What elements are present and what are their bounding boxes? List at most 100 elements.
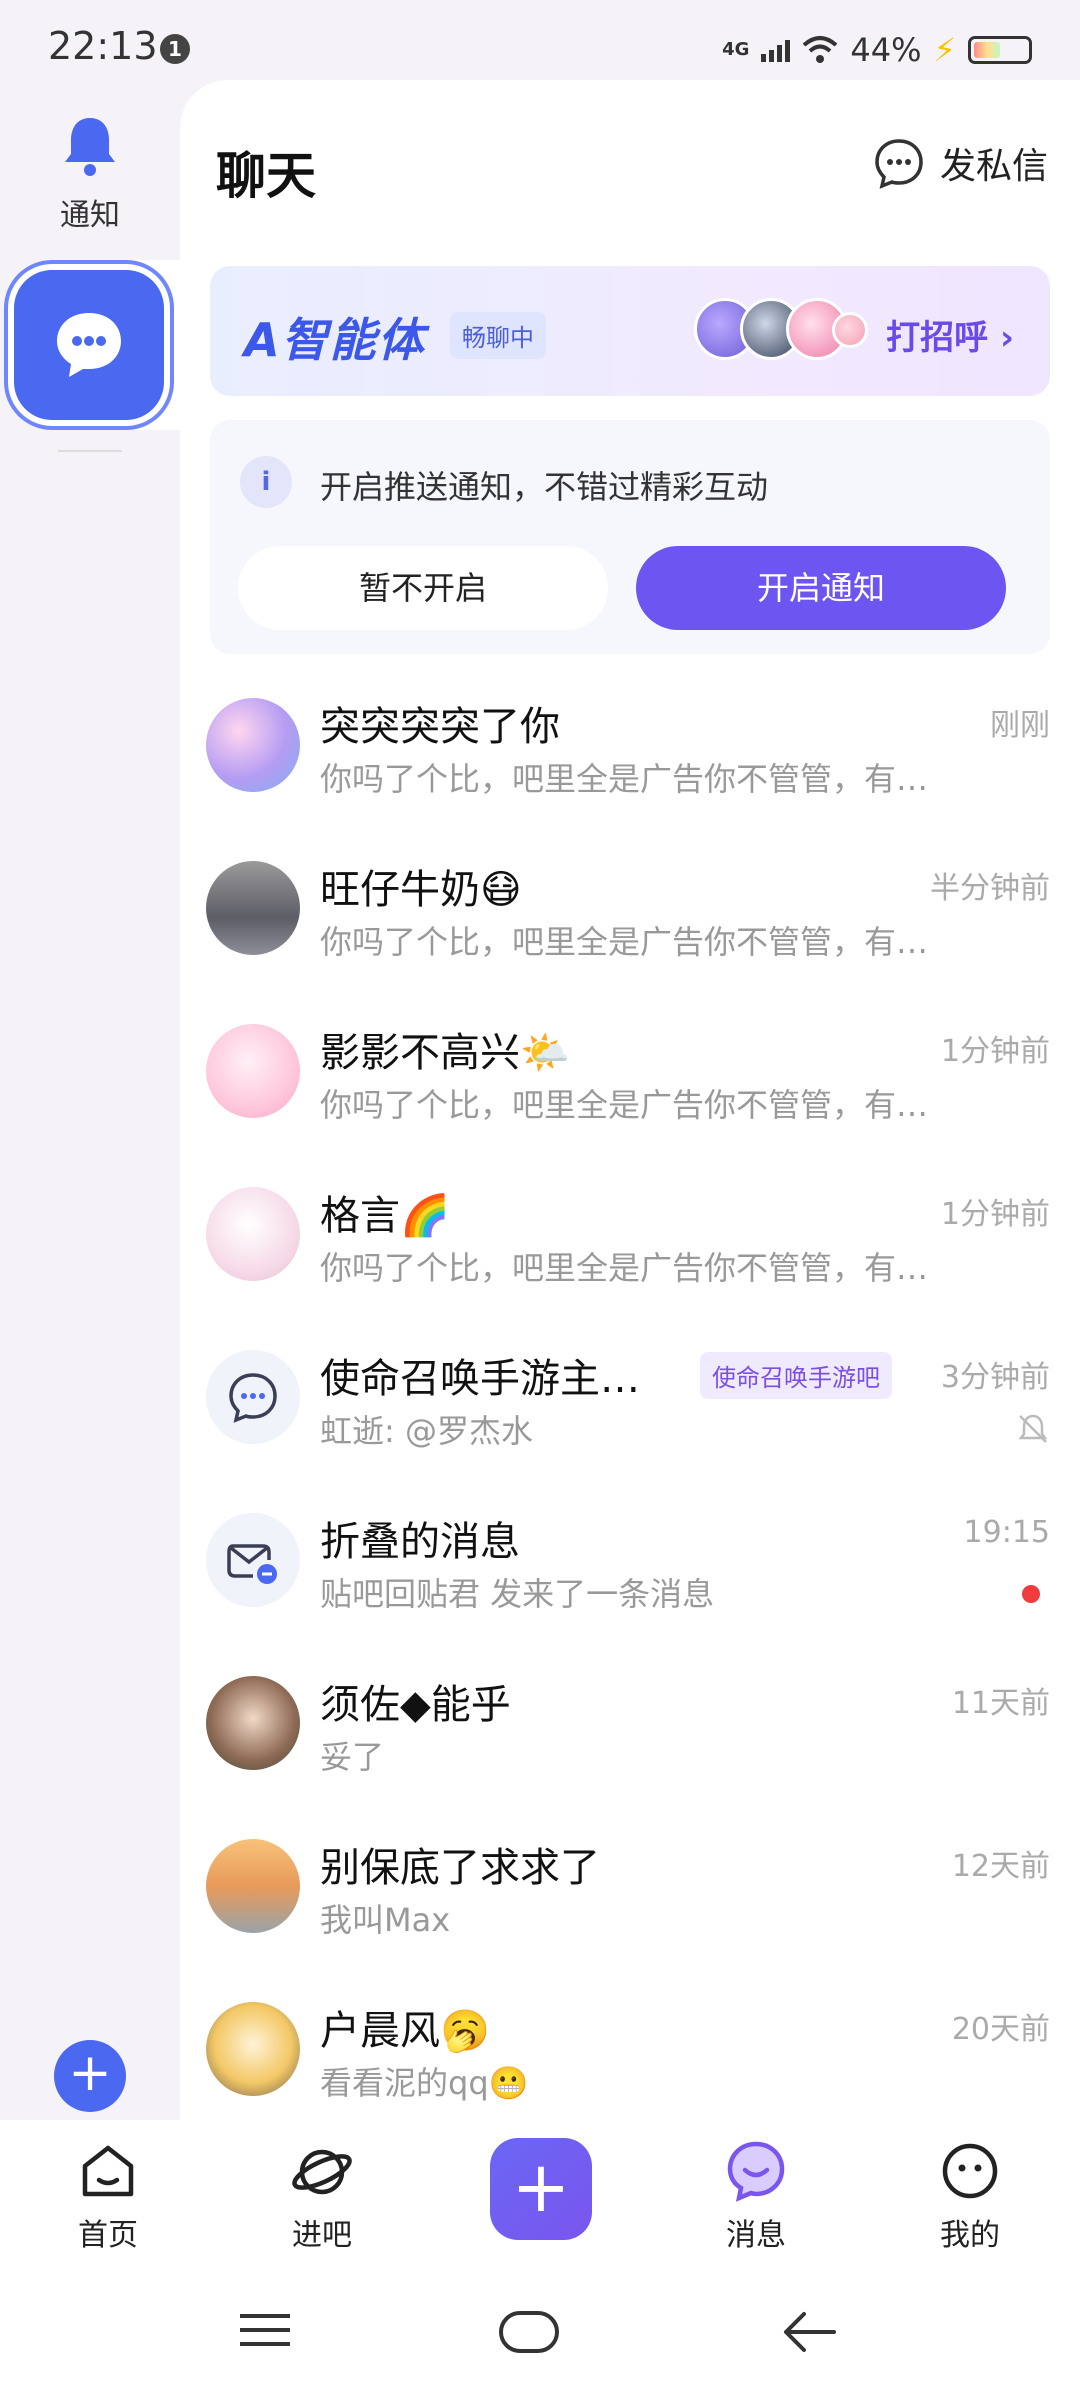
chat-name: 突突突突了你 [320,704,560,750]
chat-name: 户晨风🥱 [320,2008,490,2054]
system-nav-bar [0,2270,1080,2400]
chat-preview: 你吗了个比，吧里全是广告你不管管，有… [320,1086,929,1124]
tab-forum-label: 进吧 [292,2218,352,2253]
chat-row[interactable]: 须佐◆能乎 妥了 11天前 [180,1658,1080,1821]
avatar [206,1350,300,1444]
chat-preview: 贴吧回贴君 发来了一条消息 [320,1575,715,1613]
chat-row[interactable]: 格言🌈 你吗了个比，吧里全是广告你不管管，有… 1分钟前 [180,1169,1080,1332]
bottom-nav: 首页 进吧 + 消息 我的 [0,2120,1080,2270]
tab-messages-label: 消息 [726,2218,786,2253]
chat-time: 12天前 [951,1849,1050,1884]
chat-row[interactable]: 折叠的消息 贴吧回贴君 发来了一条消息 19:15 [180,1495,1080,1658]
page-title: 聊天 [216,147,316,205]
push-prompt-text: 开启推送通知，不错过精彩互动 [320,468,769,506]
chat-row[interactable]: 影影不高兴🌤️ 你吗了个比，吧里全是广告你不管管，有… 1分钟前 [180,1006,1080,1169]
chat-time: 1分钟前 [940,1197,1050,1232]
chat-preview: 你吗了个比，吧里全是广告你不管管，有… [320,1249,929,1287]
enable-notification-button[interactable]: 开启通知 [636,546,1006,630]
rail-divider [58,450,122,452]
group-chat-icon [229,1373,277,1423]
status-icons: 4G 44% ⚡ [722,30,1032,70]
chat-list: 突突突突了你 你吗了个比，吧里全是广告你不管管，有… 刚刚 旺仔牛奶😷 你吗了个… [180,680,1080,2120]
chat-name: 别保底了求求了 [320,1845,600,1891]
home-button-icon[interactable] [498,2310,560,2354]
chat-name: 须佐◆能乎 [320,1682,511,1728]
chat-name: 旺仔牛奶😷 [320,867,522,913]
tab-messages[interactable]: 消息 [686,2136,826,2254]
unread-dot [1022,1585,1040,1603]
avatar [206,1024,300,1118]
ai-agent-logo: A智能体 [244,313,426,367]
chat-row[interactable]: 旺仔牛奶😷 你吗了个比，吧里全是广告你不管管，有… 半分钟前 [180,843,1080,1006]
avatar [206,1676,300,1770]
chat-name: 影影不高兴🌤️ [320,1030,570,1076]
chat-preview: 妥了 [320,1738,385,1776]
chat-preview: 你吗了个比，吧里全是广告你不管管，有… [320,760,929,798]
status-bar: 22:13 1 4G 44% ⚡ [0,0,1080,80]
battery-percent: 44% [850,31,922,69]
message-icon [875,139,923,189]
mute-bell-icon [1018,1414,1048,1443]
chat-row[interactable]: 使命召唤手游主… 使命召唤手游吧 虹逝: @罗杰水 3分钟前 [180,1332,1080,1495]
tab-home[interactable]: 首页 [38,2136,178,2254]
chat-row[interactable]: 突突突突了你 你吗了个比，吧里全是广告你不管管，有… 刚刚 [180,680,1080,843]
chat-preview: 我叫Max [320,1901,451,1939]
wifi-icon [803,36,838,63]
chat-time: 11天前 [951,1686,1050,1721]
rail-chat-button[interactable] [14,270,164,420]
private-message-label: 发私信 [939,146,1048,187]
chat-row[interactable]: 户晨风🥱 看看泥的qq😬 20天前 [180,1984,1080,2120]
signal-icon [761,38,791,62]
tab-home-label: 首页 [78,2218,138,2253]
forum-tag: 使命召唤手游吧 [700,1352,892,1399]
planet-icon [292,2149,352,2195]
left-rail: 通知 + 管理 [0,80,180,2161]
private-message-button[interactable]: 发私信 [872,136,1048,190]
info-icon: i [240,456,292,508]
tab-mine[interactable]: 我的 [900,2136,1040,2254]
chat-panel: 聊天 发私信 A智能体 畅聊中 打招呼 › i 开启推送通知，不错过精彩互动 暂… [180,80,1080,2120]
bell-icon [65,118,115,176]
avatar [832,312,868,348]
battery-icon [968,36,1032,64]
rail-notice-label: 通知 [60,198,120,233]
add-icon: + [54,2040,126,2112]
smiley-icon [942,2143,998,2199]
home-icon [82,2145,134,2197]
chat-time: 半分钟前 [930,871,1050,906]
chat-time: 3分钟前 [940,1360,1050,1395]
post-plus-button[interactable]: + [490,2138,592,2240]
ai-agent-banner[interactable]: A智能体 畅聊中 打招呼 › [210,266,1050,396]
chat-time: 1分钟前 [940,1034,1050,1069]
chat-time: 刚刚 [990,708,1050,743]
rail-notice[interactable]: 通知 [0,110,180,234]
notification-count-badge: 1 [160,34,190,64]
chat-row[interactable]: 别保底了求求了 我叫Max 12天前 [180,1821,1080,1984]
greet-link[interactable]: 打招呼 › [886,310,1014,359]
chat-preview: 虹逝: @罗杰水 [320,1412,533,1450]
ai-avatar-group [694,298,868,364]
message-bubble-icon [727,2141,785,2202]
chat-preview: 看看泥的qq😬 [320,2064,529,2102]
chat-time: 19:15 [963,1515,1050,1550]
tab-forum[interactable]: 进吧 [252,2136,392,2254]
avatar [206,698,300,792]
folded-message-icon [227,1544,277,1584]
chat-bubble-icon [57,313,121,377]
network-type: 4G [722,39,750,60]
menu-icon[interactable] [238,2310,292,2350]
tab-mine-label: 我的 [940,2218,1000,2253]
back-arrow-icon[interactable] [780,2310,836,2354]
status-time: 22:13 [48,24,158,68]
charging-icon: ⚡ [933,31,956,69]
avatar [206,1839,300,1933]
chat-name: 折叠的消息 [320,1519,520,1565]
avatar [206,861,300,955]
push-notification-card: i 开启推送通知，不错过精彩互动 暂不开启 开启通知 [210,420,1050,654]
avatar [206,1187,300,1281]
avatar [206,1513,300,1607]
ai-chat-tag: 畅聊中 [450,312,546,359]
chat-preview: 你吗了个比，吧里全是广告你不管管，有… [320,923,929,961]
not-now-button[interactable]: 暂不开启 [238,546,608,630]
chat-time: 20天前 [951,2012,1050,2047]
